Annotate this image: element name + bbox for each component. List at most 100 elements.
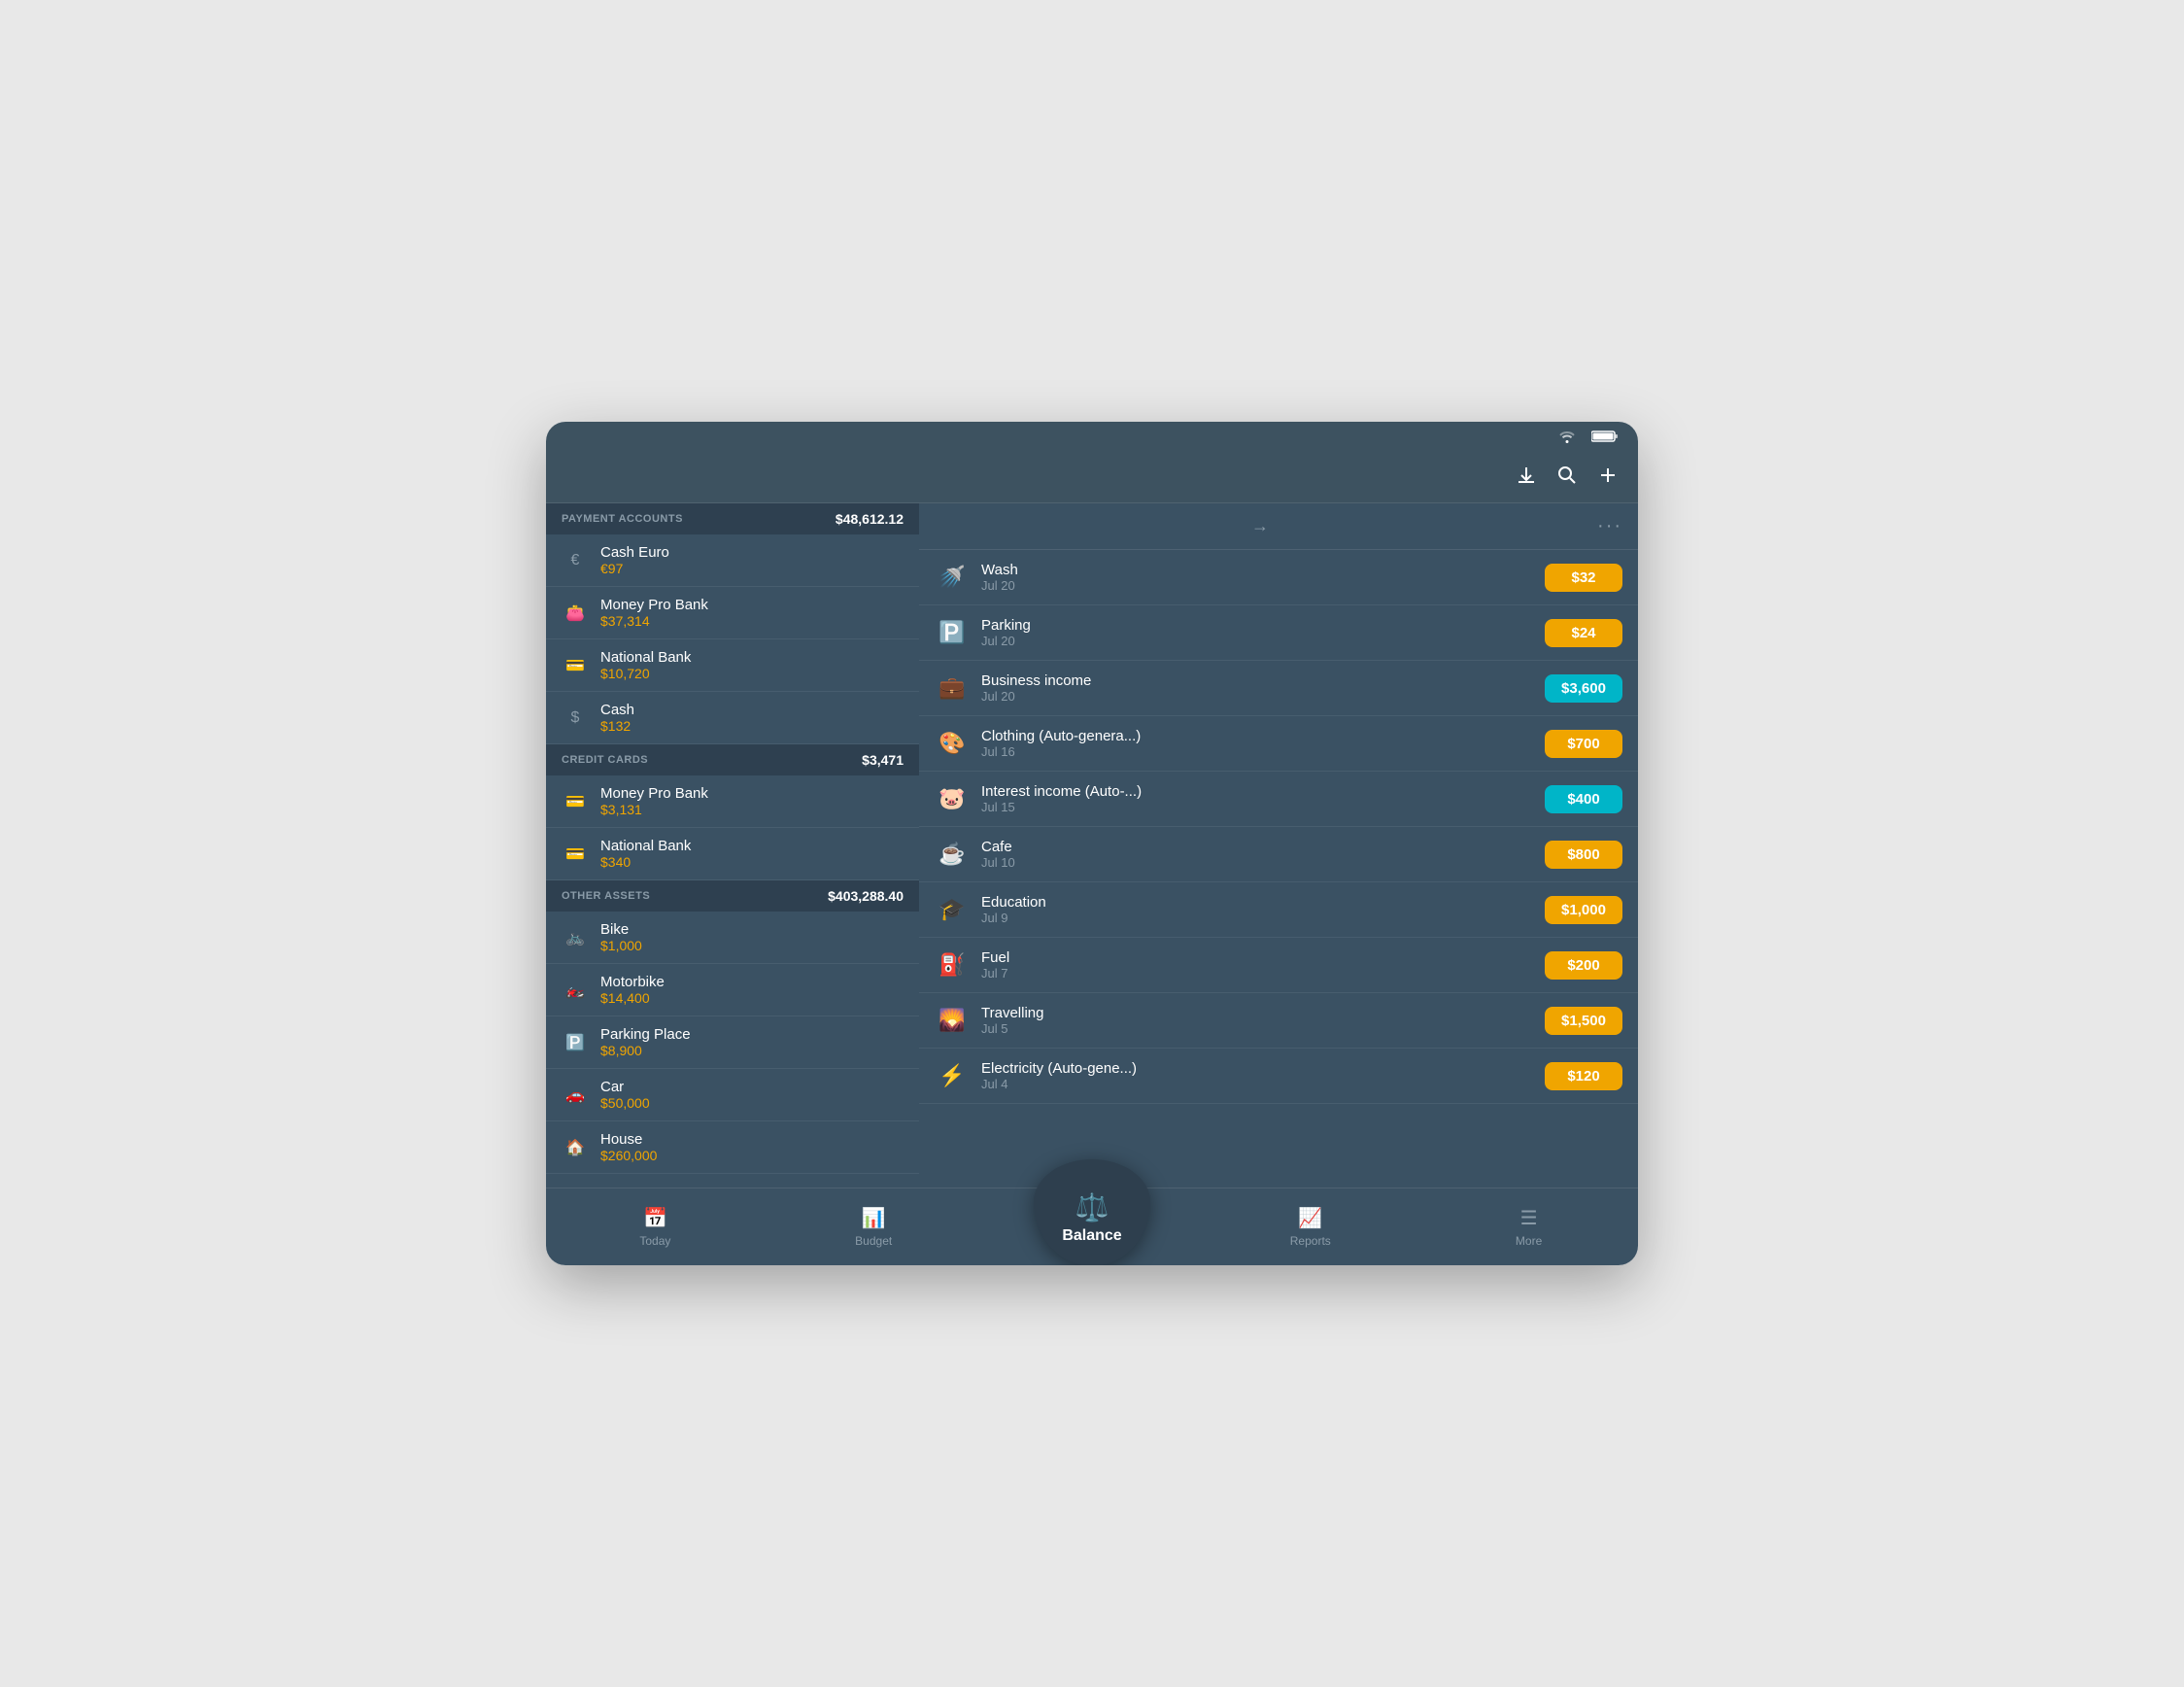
- tab-label-today: Today: [639, 1234, 670, 1248]
- trans-name-fuel: Fuel: [981, 949, 1545, 966]
- transaction-item-electricity[interactable]: ⚡ Electricity (Auto-gene...) Jul 4 $120: [919, 1049, 1638, 1104]
- download-button[interactable]: [1516, 465, 1537, 492]
- tab-today[interactable]: 📅 Today: [546, 1188, 765, 1265]
- trans-details-business-income: Business income Jul 20: [981, 672, 1545, 704]
- transaction-item-fuel[interactable]: ⛽ Fuel Jul 7 $200: [919, 938, 1638, 993]
- account-details-motorbike: Motorbike $14,400: [600, 974, 904, 1006]
- battery-icon: [1591, 430, 1619, 446]
- transaction-item-travelling[interactable]: 🌄 Travelling Jul 5 $1,500: [919, 993, 1638, 1049]
- trans-icon-education: 🎓: [935, 892, 970, 927]
- account-item-money-pro-bank-cc[interactable]: 💳 Money Pro Bank $3,131: [546, 775, 919, 828]
- tab-icon-today: 📅: [643, 1206, 667, 1230]
- trans-date-electricity: Jul 4: [981, 1077, 1545, 1091]
- account-name-money-pro-bank-pay: Money Pro Bank: [600, 597, 904, 613]
- account-details-car: Car $50,000: [600, 1079, 904, 1111]
- trans-amount-electricity: $120: [1545, 1062, 1622, 1090]
- account-item-parking[interactable]: 🅿️ Parking Place $8,900: [546, 1016, 919, 1069]
- account-item-national-bank-cc[interactable]: 💳 National Bank $340: [546, 828, 919, 880]
- account-item-motorbike[interactable]: 🏍️ Motorbike $14,400: [546, 964, 919, 1016]
- transaction-item-business-income[interactable]: 💼 Business income Jul 20 $3,600: [919, 661, 1638, 716]
- header-icons: [1516, 465, 1619, 492]
- account-item-car[interactable]: 🚗 Car $50,000: [546, 1069, 919, 1121]
- account-item-national-bank-pay[interactable]: 💳 National Bank $10,720: [546, 639, 919, 692]
- trans-amount-education: $1,000: [1545, 896, 1622, 924]
- tab-bar: 📅 Today 📊 Budget ⚖️ Balance 📈 Reports ☰ …: [546, 1188, 1638, 1265]
- trans-details-interest-income: Interest income (Auto-...) Jul 15: [981, 783, 1545, 814]
- trans-date-education: Jul 9: [981, 911, 1545, 925]
- balance-fab-icon: ⚖️: [1075, 1191, 1109, 1223]
- account-balance-national-bank-cc: $340: [600, 854, 904, 870]
- transaction-item-interest-income[interactable]: 🐷 Interest income (Auto-...) Jul 15 $400: [919, 772, 1638, 827]
- account-item-cash[interactable]: $ Cash $132: [546, 692, 919, 744]
- account-details-national-bank-cc: National Bank $340: [600, 838, 904, 870]
- trans-name-wash: Wash: [981, 562, 1545, 578]
- trans-icon-interest-income: 🐷: [935, 781, 970, 816]
- trans-amount-wash: $32: [1545, 564, 1622, 592]
- account-balance-parking: $8,900: [600, 1043, 904, 1058]
- tab-icon-more: ☰: [1520, 1206, 1538, 1230]
- account-details-money-pro-bank-pay: Money Pro Bank $37,314: [600, 597, 904, 629]
- main-content: PAYMENT ACCOUNTS $48,612.12 € Cash Euro …: [546, 503, 1638, 1188]
- account-icon-national-bank-pay: 💳: [562, 652, 589, 679]
- trans-details-electricity: Electricity (Auto-gene...) Jul 4: [981, 1060, 1545, 1091]
- account-name-car: Car: [600, 1079, 904, 1095]
- tab-more[interactable]: ☰ More: [1419, 1188, 1638, 1265]
- transaction-item-cafe[interactable]: ☕ Cafe Jul 10 $800: [919, 827, 1638, 882]
- account-icon-house: 🏠: [562, 1134, 589, 1161]
- account-details-parking: Parking Place $8,900: [600, 1026, 904, 1058]
- tab-label-budget: Budget: [855, 1234, 892, 1248]
- account-name-national-bank-pay: National Bank: [600, 649, 904, 666]
- account-balance-bike: $1,000: [600, 938, 904, 953]
- section-header-credit: CREDIT CARDS $3,471: [546, 744, 919, 775]
- section-header-assets: OTHER ASSETS $403,288.40: [546, 880, 919, 912]
- tab-reports[interactable]: 📈 Reports: [1201, 1188, 1419, 1265]
- transaction-item-education[interactable]: 🎓 Education Jul 9 $1,000: [919, 882, 1638, 938]
- trans-name-travelling: Travelling: [981, 1005, 1545, 1021]
- search-button[interactable]: [1556, 465, 1578, 492]
- trans-name-parking-trans: Parking: [981, 617, 1545, 634]
- account-name-bike: Bike: [600, 921, 904, 938]
- account-icon-cash: $: [562, 705, 589, 732]
- add-button[interactable]: [1597, 465, 1619, 492]
- trans-details-wash: Wash Jul 20: [981, 562, 1545, 593]
- trans-name-business-income: Business income: [981, 672, 1545, 689]
- account-name-money-pro-bank-cc: Money Pro Bank: [600, 785, 904, 802]
- balance-fab[interactable]: ⚖️ Balance: [1034, 1159, 1150, 1265]
- trans-icon-parking-trans: 🅿️: [935, 615, 970, 650]
- trans-name-electricity: Electricity (Auto-gene...): [981, 1060, 1545, 1077]
- account-balance-national-bank-pay: $10,720: [600, 666, 904, 681]
- trans-date-travelling: Jul 5: [981, 1021, 1545, 1036]
- tab-budget[interactable]: 📊 Budget: [765, 1188, 983, 1265]
- trans-amount-travelling: $1,500: [1545, 1007, 1622, 1035]
- trans-details-fuel: Fuel Jul 7: [981, 949, 1545, 981]
- date-more-button[interactable]: ···: [1597, 515, 1622, 537]
- account-name-cash-euro: Cash Euro: [600, 544, 904, 561]
- account-name-motorbike: Motorbike: [600, 974, 904, 990]
- account-details-bike: Bike $1,000: [600, 921, 904, 953]
- account-icon-parking: 🅿️: [562, 1029, 589, 1056]
- trans-date-parking-trans: Jul 20: [981, 634, 1545, 648]
- account-icon-cash-euro: €: [562, 547, 589, 574]
- trans-details-travelling: Travelling Jul 5: [981, 1005, 1545, 1036]
- account-details-house: House $260,000: [600, 1131, 904, 1163]
- trans-details-cafe: Cafe Jul 10: [981, 839, 1545, 870]
- transaction-item-parking-trans[interactable]: 🅿️ Parking Jul 20 $24: [919, 605, 1638, 661]
- account-item-cash-euro[interactable]: € Cash Euro €97: [546, 534, 919, 587]
- trans-date-fuel: Jul 7: [981, 966, 1545, 981]
- trans-details-clothing: Clothing (Auto-genera...) Jul 16: [981, 728, 1545, 759]
- account-item-bike[interactable]: 🚲 Bike $1,000: [546, 912, 919, 964]
- status-time: [565, 430, 572, 445]
- account-item-house[interactable]: 🏠 House $260,000: [546, 1121, 919, 1174]
- trans-name-cafe: Cafe: [981, 839, 1545, 855]
- trans-name-education: Education: [981, 894, 1545, 911]
- transaction-item-wash[interactable]: 🚿 Wash Jul 20 $32: [919, 550, 1638, 605]
- account-balance-cash: $132: [600, 718, 904, 734]
- account-item-money-pro-bank-pay[interactable]: 👛 Money Pro Bank $37,314: [546, 587, 919, 639]
- left-panel: PAYMENT ACCOUNTS $48,612.12 € Cash Euro …: [546, 503, 919, 1188]
- device-frame: PAYMENT ACCOUNTS $48,612.12 € Cash Euro …: [546, 422, 1638, 1265]
- trans-amount-interest-income: $400: [1545, 785, 1622, 813]
- trans-amount-fuel: $200: [1545, 951, 1622, 980]
- transaction-item-clothing[interactable]: 🎨 Clothing (Auto-genera...) Jul 16 $700: [919, 716, 1638, 772]
- trans-icon-fuel: ⛽: [935, 947, 970, 982]
- trans-details-parking-trans: Parking Jul 20: [981, 617, 1545, 648]
